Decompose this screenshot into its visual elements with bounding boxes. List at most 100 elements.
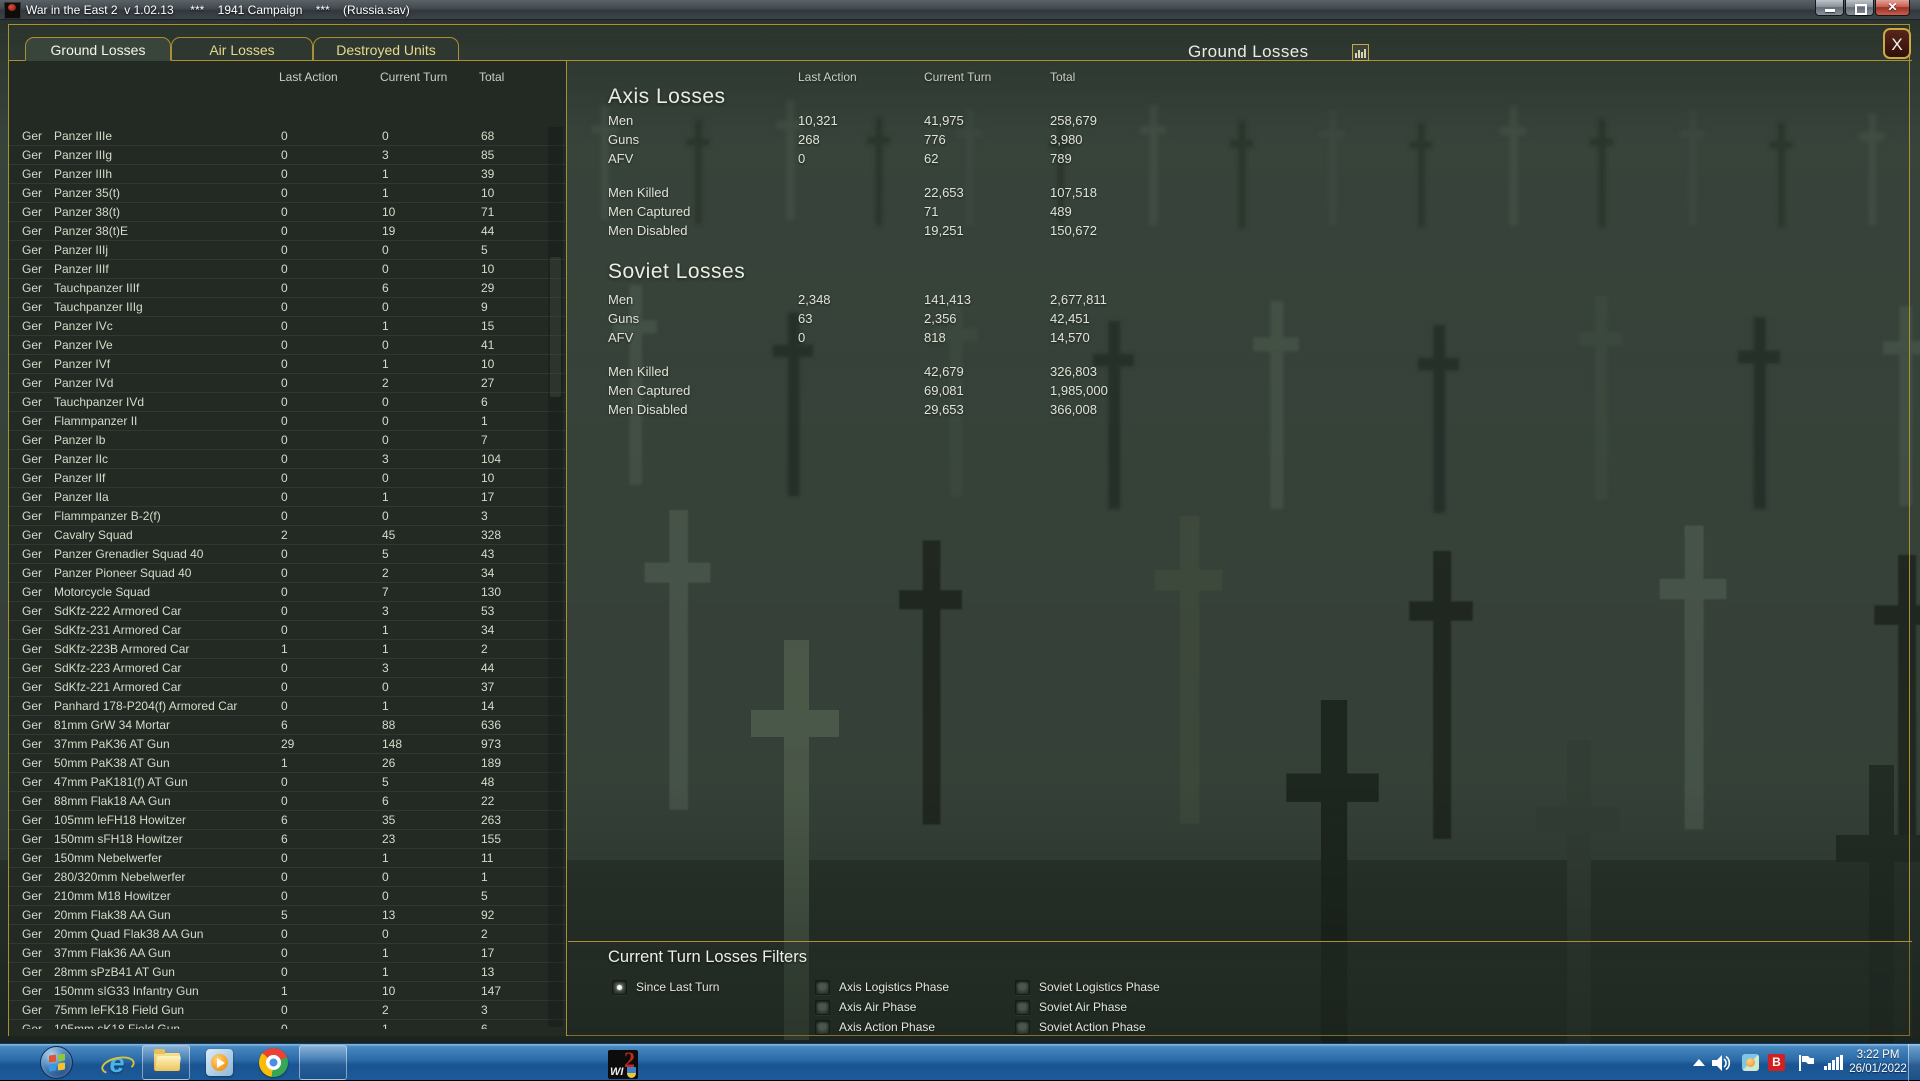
close-button[interactable]: X: [1883, 28, 1911, 59]
cell-unit: Panzer IVe: [54, 338, 113, 352]
table-row[interactable]: Ger88mm Flak18 AA Gun0622: [9, 792, 565, 811]
axis-air-phase-checkbox[interactable]: [815, 1000, 830, 1015]
minimize-button[interactable]: [1815, 0, 1844, 16]
chrome-icon[interactable]: [259, 1048, 288, 1077]
cell-la: 1: [281, 984, 288, 998]
restore-button[interactable]: [1845, 0, 1874, 16]
table-row[interactable]: GerPanhard 178-P204(f) Armored Car0114: [9, 697, 565, 716]
table-row[interactable]: Ger47mm PaK181(f) AT Gun0548: [9, 773, 565, 792]
tray-gadget-icon[interactable]: [1742, 1054, 1759, 1071]
table-row[interactable]: GerPanzer IIIh0139: [9, 165, 565, 184]
axis-logistics-phase-checkbox[interactable]: [815, 980, 830, 995]
soviet-action-phase-checkbox[interactable]: [1015, 1020, 1030, 1035]
table-row[interactable]: GerTauchpanzer IIIf0629: [9, 279, 565, 298]
table-row[interactable]: Ger150mm sIG33 Infantry Gun110147: [9, 982, 565, 1001]
tab-air-losses[interactable]: Air Losses: [171, 37, 313, 61]
scrollbar-thumb[interactable]: [550, 257, 561, 397]
wite2-taskbar-button[interactable]: 2WI: [299, 1045, 347, 1080]
table-row[interactable]: GerPanzer IVd0227: [9, 374, 565, 393]
cell-ct: 1: [382, 186, 389, 200]
start-button[interactable]: [40, 1046, 73, 1079]
table-row[interactable]: GerPanzer IIIe0068: [9, 127, 565, 146]
table-row[interactable]: GerFlammpanzer II001: [9, 412, 565, 431]
table-row[interactable]: Ger37mm PaK36 AT Gun29148973: [9, 735, 565, 754]
table-row[interactable]: Ger81mm GrW 34 Mortar688636: [9, 716, 565, 735]
action-center-flag-icon[interactable]: [1798, 1055, 1816, 1071]
table-row[interactable]: Ger37mm Flak36 AA Gun0117: [9, 944, 565, 963]
table-row[interactable]: GerSdKfz-222 Armored Car0353: [9, 602, 565, 621]
table-row[interactable]: GerPanzer IIIg0385: [9, 146, 565, 165]
taskbar-clock[interactable]: 3:22 PM 26/01/2022: [1843, 1048, 1913, 1076]
table-row[interactable]: GerSdKfz-231 Armored Car0134: [9, 621, 565, 640]
table-row[interactable]: GerSdKfz-223 Armored Car0344: [9, 659, 565, 678]
table-row[interactable]: GerPanzer IIIf0010: [9, 260, 565, 279]
table-row[interactable]: Ger20mm Flak38 AA Gun51392: [9, 906, 565, 925]
table-row[interactable]: GerCavalry Squad245328: [9, 526, 565, 545]
internet-explorer-icon[interactable]: e: [100, 1048, 134, 1078]
table-row[interactable]: GerMotorcycle Squad07130: [9, 583, 565, 602]
table-scrollbar[interactable]: [548, 127, 563, 1027]
table-row[interactable]: GerSdKfz-221 Armored Car0037: [9, 678, 565, 697]
show-desktop-button[interactable]: [1908, 1044, 1920, 1081]
table-row[interactable]: GerPanzer IIc03104: [9, 450, 565, 469]
table-row[interactable]: GerPanzer IVe0041: [9, 336, 565, 355]
cell-unit: 81mm GrW 34 Mortar: [54, 718, 170, 732]
table-row[interactable]: GerSdKfz-223B Armored Car112: [9, 640, 565, 659]
cell-ct: 6: [382, 794, 389, 808]
table-row[interactable]: GerPanzer 38(t)01071: [9, 203, 565, 222]
table-row[interactable]: Ger210mm M18 Howitzer005: [9, 887, 565, 906]
cell-unit: Flammpanzer II: [54, 414, 137, 428]
table-row[interactable]: Ger105mm sK18 Field Gun016: [9, 1020, 565, 1029]
table-row[interactable]: Ger50mm PaK38 AT Gun126189: [9, 754, 565, 773]
axis-action-phase-checkbox[interactable]: [815, 1020, 830, 1035]
table-row[interactable]: Ger28mm sPzB41 AT Gun0113: [9, 963, 565, 982]
soviet-logistics-phase-checkbox[interactable]: [1015, 980, 1030, 995]
cell-ct: 1: [382, 642, 389, 656]
hidden-icons-chevron[interactable]: [1692, 1059, 1706, 1067]
since-last-turn-checkbox[interactable]: [612, 980, 627, 995]
bitdefender-icon[interactable]: B: [1768, 1054, 1785, 1071]
table-row[interactable]: GerPanzer IVc0115: [9, 317, 565, 336]
table-row[interactable]: GerPanzer Pioneer Squad 400234: [9, 564, 565, 583]
cell-ct: 1: [382, 851, 389, 865]
cell-la: 0: [281, 262, 288, 276]
table-row[interactable]: GerPanzer Ib007: [9, 431, 565, 450]
table-row[interactable]: GerTauchpanzer IIIg009: [9, 298, 565, 317]
window-close-button[interactable]: ✕: [1875, 0, 1910, 16]
table-row[interactable]: GerPanzer IIa0117: [9, 488, 565, 507]
volume-icon[interactable]: [1712, 1055, 1732, 1071]
table-row[interactable]: GerPanzer IVf0110: [9, 355, 565, 374]
cell-ct: 10: [382, 205, 395, 219]
windows-explorer-taskbar-button[interactable]: [142, 1045, 190, 1080]
cell-la: 0: [281, 566, 288, 580]
column-header-last-action: Last Action: [279, 70, 338, 84]
table-row[interactable]: Ger150mm sFH18 Howitzer623155: [9, 830, 565, 849]
table-row[interactable]: GerPanzer IIf0010: [9, 469, 565, 488]
table-row[interactable]: GerFlammpanzer B-2(f)003: [9, 507, 565, 526]
cell-nat: Ger: [22, 433, 42, 447]
unit-losses-table-panel: Last Action Current Turn Total GerPanzer…: [9, 61, 567, 1036]
table-row[interactable]: Ger150mm Nebelwerfer0111: [9, 849, 565, 868]
cell-la: 1: [281, 642, 288, 656]
table-row[interactable]: GerPanzer 35(t)0110: [9, 184, 565, 203]
axis-action-phase-label: Axis Action Phase: [839, 1020, 935, 1034]
table-row[interactable]: Ger20mm Quad Flak38 AA Gun002: [9, 925, 565, 944]
table-row[interactable]: Ger75mm leFK18 Field Gun023: [9, 1001, 565, 1020]
windows-taskbar: e 2WI B: [0, 1043, 1920, 1080]
tab-ground-losses[interactable]: Ground Losses: [25, 37, 171, 61]
summary-cell-ct: 19,251: [924, 223, 964, 238]
soviet-air-phase-checkbox[interactable]: [1015, 1000, 1030, 1015]
table-row[interactable]: Ger280/320mm Nebelwerfer001: [9, 868, 565, 887]
summary-row: Men Disabled19,251150,672: [568, 222, 1468, 241]
cell-nat: Ger: [22, 547, 42, 561]
table-row[interactable]: GerPanzer 38(t)E01944: [9, 222, 565, 241]
tab-destroyed-units[interactable]: Destroyed Units: [313, 37, 459, 61]
table-row[interactable]: GerTauchpanzer IVd006: [9, 393, 565, 412]
media-player-icon[interactable]: [206, 1049, 233, 1076]
table-row[interactable]: Ger105mm leFH18 Howitzer635263: [9, 811, 565, 830]
table-row[interactable]: GerPanzer IIIj005: [9, 241, 565, 260]
summary-cell-tt: 3,980: [1050, 132, 1083, 147]
table-row[interactable]: GerPanzer Grenadier Squad 400543: [9, 545, 565, 564]
report-chart-icon[interactable]: [1352, 44, 1369, 61]
network-signal-icon[interactable]: [1824, 1055, 1844, 1070]
